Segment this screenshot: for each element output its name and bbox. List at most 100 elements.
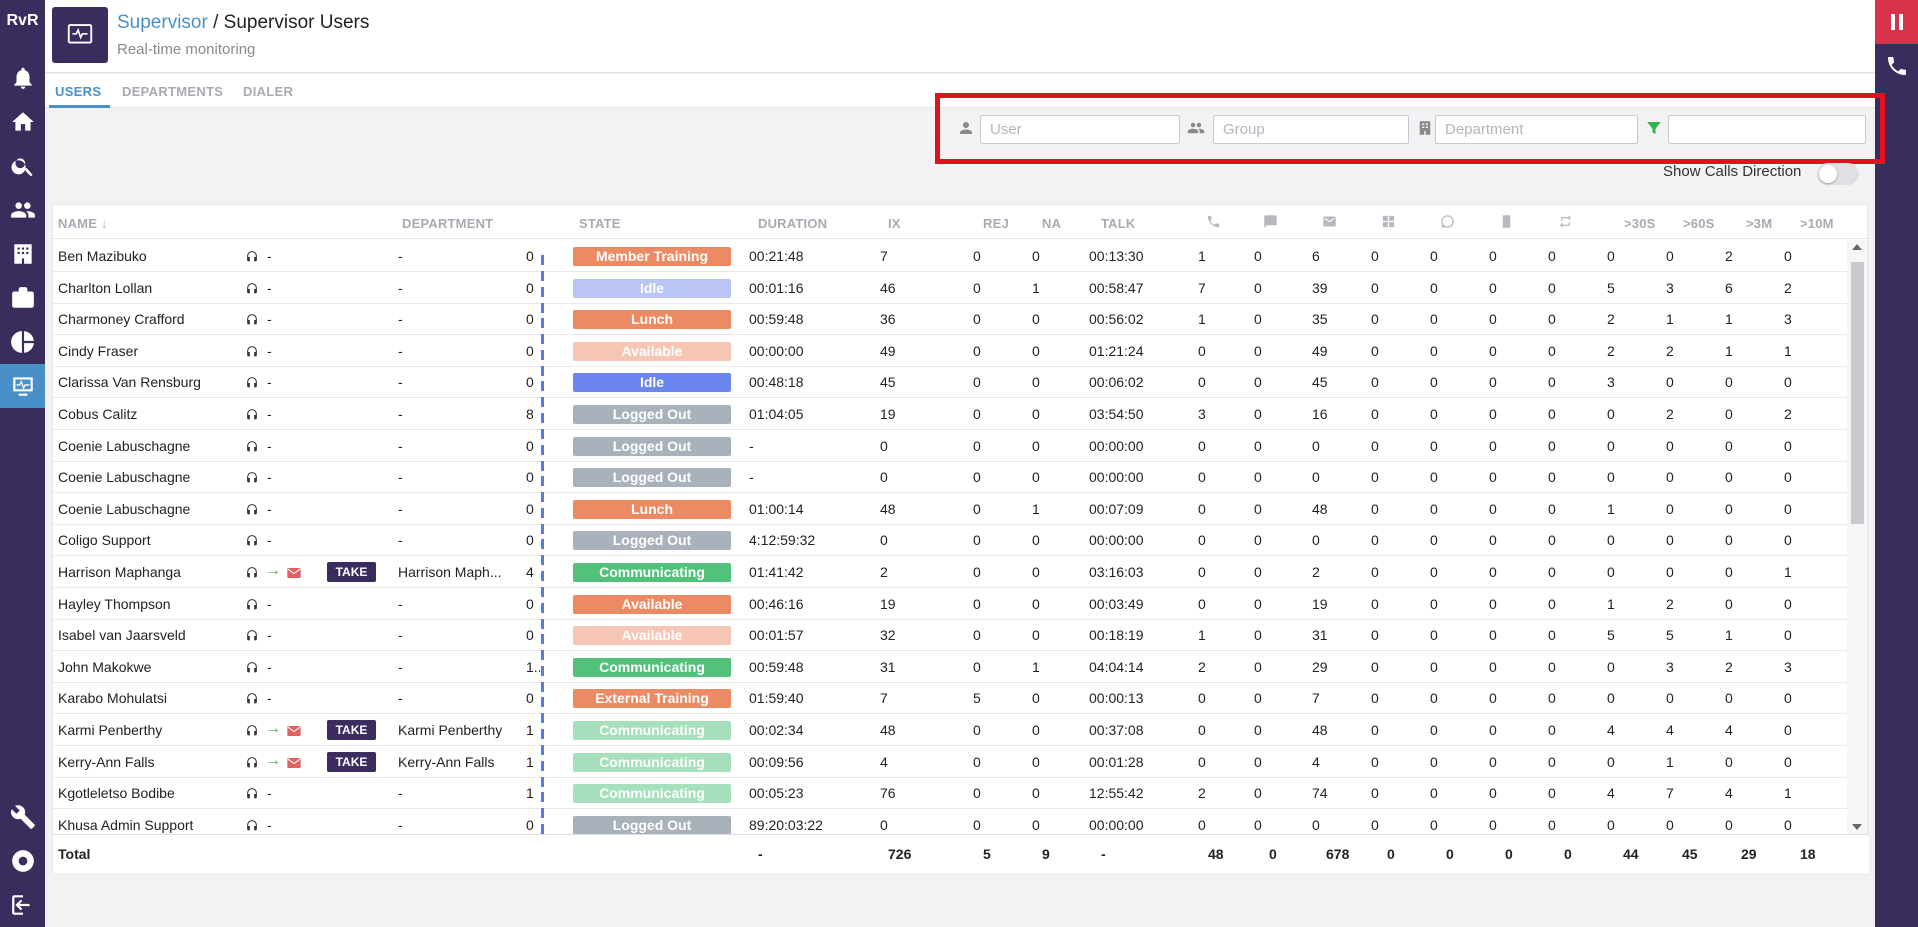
monitor-icon[interactable] [0,364,45,408]
col-gt3m-header[interactable]: >3M [1746,216,1772,231]
pause-icon[interactable] [541,758,550,787]
table-row[interactable]: Charmoney Crafford - -0 Lunch 00:59:48 36 0 0 00… [53,303,1849,345]
take-button[interactable]: TAKE [327,720,376,740]
pause-icon[interactable] [541,378,550,408]
col-name-header[interactable]: NAME ↓ [58,216,108,231]
pause-icon[interactable] [541,347,550,376]
tab-dialer[interactable]: DIALER [243,84,293,99]
pause-icon[interactable] [541,442,550,471]
total-talk: - [1101,846,1106,862]
col-ix-header[interactable]: IX [888,216,901,231]
table-row[interactable]: Kerry-Ann Falls → TAKE Kerry-Ann Falls 1 Comm… [53,746,1849,787]
building-icon[interactable] [0,232,45,276]
pause-icon[interactable] [541,536,550,566]
table-row[interactable]: Hayley Thompson - -0 Available 00:46:16 19 0 0 0… [53,588,1849,629]
table-row[interactable]: Harrison Maphanga → TAKE Harrison Maph... 4 C… [53,556,1849,597]
col-gt60s-header[interactable]: >60S [1683,216,1715,231]
col-talk-header[interactable]: TALK [1101,216,1136,231]
table-row[interactable]: Cindy Fraser - - 0 Available 00:00:00 49 0 0 01:2… [53,335,1849,376]
table-row[interactable]: Khusa Admin Support - - 0 Logged Out 89:20:03… [53,809,1849,834]
whatsapp-column-icon[interactable] [1440,214,1455,232]
table-row[interactable]: Karabo Mohulatsi - - 0 External Training 01:5… [53,682,1849,724]
phone-column-icon[interactable] [1206,214,1221,232]
table-row[interactable]: Coligo Support - -0 Logged Out 4:12:59:32 0 0 0… [53,524,1849,566]
col-state-header[interactable]: STATE [579,216,621,231]
chat-column-icon[interactable] [1263,214,1278,232]
department-filter-input[interactable] [1435,115,1638,144]
table-row[interactable]: Karmi Penberthy → TAKE Karmi Penberthy 1 Comm… [53,714,1849,755]
tab-users[interactable]: USERS [55,84,101,99]
cell-c1: 0 [1198,500,1206,517]
table-row[interactable]: Ben Mazibuko - - 0 Member Training 00:21:48 7 0… [53,240,1849,281]
table-row[interactable]: Coenie Labuschagne - - 0 Logged Out - 0 0 0 00:00… [53,461,1849,503]
pause-icon[interactable] [541,663,550,692]
table-row[interactable]: Charlton Lollan - - 0 Idle 00:01:16 46 0 1 00:58:… [53,272,1849,313]
pause-icon[interactable] [541,284,550,313]
logout-icon[interactable] [0,883,45,927]
user-filter-input[interactable] [980,115,1180,144]
bell-icon[interactable] [0,56,45,100]
table-scrollbar[interactable] [1847,240,1867,834]
extra-filter-input[interactable] [1668,115,1866,144]
headset-icon [247,503,257,515]
email-column-icon[interactable] [1322,214,1337,232]
group-filter-input[interactable] [1213,115,1409,144]
headset-icon [247,251,257,262]
pause-icon[interactable] [541,726,550,755]
col-na-header[interactable]: NA [1042,216,1061,231]
pause-icon[interactable] [541,600,550,629]
pause-icon[interactable] [541,410,550,439]
home-icon[interactable] [0,100,45,144]
pause-icon[interactable] [541,252,550,281]
cell-s30: 3 [1607,374,1615,391]
filter-icon[interactable] [1645,119,1663,137]
pause-icon[interactable] [541,505,550,534]
pause-icon[interactable] [541,821,550,834]
col-department-header[interactable]: DEPARTMENT [402,216,493,231]
take-button[interactable]: TAKE [327,562,376,582]
table-row[interactable]: John Makokwe--1..Communicating00:59:4831… [53,651,1849,692]
search-icon[interactable] [0,144,45,188]
cell-c4: 0 [1371,627,1379,644]
contacts-icon[interactable] [0,188,45,232]
scroll-down-arrow-icon[interactable] [1852,824,1862,830]
cell-c7: 0 [1548,816,1556,833]
pause-icon[interactable] [541,631,550,661]
social-column-icon[interactable] [1381,214,1396,232]
pie-chart-icon[interactable] [0,320,45,364]
col-duration-header[interactable]: DURATION [758,216,827,231]
table-row[interactable]: Cobus Calitz - - 8 Logged Out 01:04:05 19 0 0 03:… [53,398,1849,439]
wrench-icon[interactable] [0,795,45,839]
table-row[interactable]: Coenie Labuschagne - - 0 Logged Out - 0 0 0 00:00… [53,430,1849,471]
table-row[interactable]: Clarissa Van Rensburg - -0 Idle 00:48:18 45 0 0… [53,366,1849,408]
take-button[interactable]: TAKE [327,751,376,772]
cell-m10: 0 [1784,248,1792,264]
breadcrumb-supervisor-link[interactable]: Supervisor [117,12,208,33]
scroll-up-arrow-icon[interactable] [1852,244,1862,250]
table-row[interactable]: Coenie Labuschagne - -0 Lunch 01:00:14 48 0 1 00… [53,493,1849,534]
cell-c7: 0 [1548,595,1556,612]
pause-button[interactable] [1875,0,1918,44]
col-gt30s-header[interactable]: >30S [1624,216,1656,231]
col-gt10m-header[interactable]: >10M [1800,216,1834,231]
transfer-column-icon[interactable] [1558,214,1573,232]
pause-icon[interactable] [541,473,550,503]
pause-icon[interactable] [541,789,550,819]
briefcase-icon[interactable] [0,276,45,320]
table-row[interactable]: Isabel van Jaarsveld - - 0 Available 00:01:57… [53,619,1849,661]
cell-rej: 0 [973,816,981,833]
show-calls-direction-toggle[interactable] [1817,163,1859,185]
pause-icon[interactable] [541,568,550,597]
mobile-column-icon[interactable] [1499,214,1514,232]
cell-talk: 01:21:24 [1089,342,1144,359]
pause-icon[interactable] [541,315,550,345]
tab-departments[interactable]: DEPARTMENTS [122,84,223,99]
support-icon[interactable] [0,839,45,883]
col-rej-header[interactable]: REJ [983,216,1009,231]
cell-c5: 0 [1430,532,1438,549]
cell-c7: 0 [1548,374,1556,391]
scrollbar-thumb[interactable] [1851,262,1864,524]
phone-icon[interactable] [1875,44,1918,88]
table-row[interactable]: Kgotleletso Bodibe - - 1 Communicating 00:05:… [53,777,1849,819]
pause-icon[interactable] [541,694,550,724]
